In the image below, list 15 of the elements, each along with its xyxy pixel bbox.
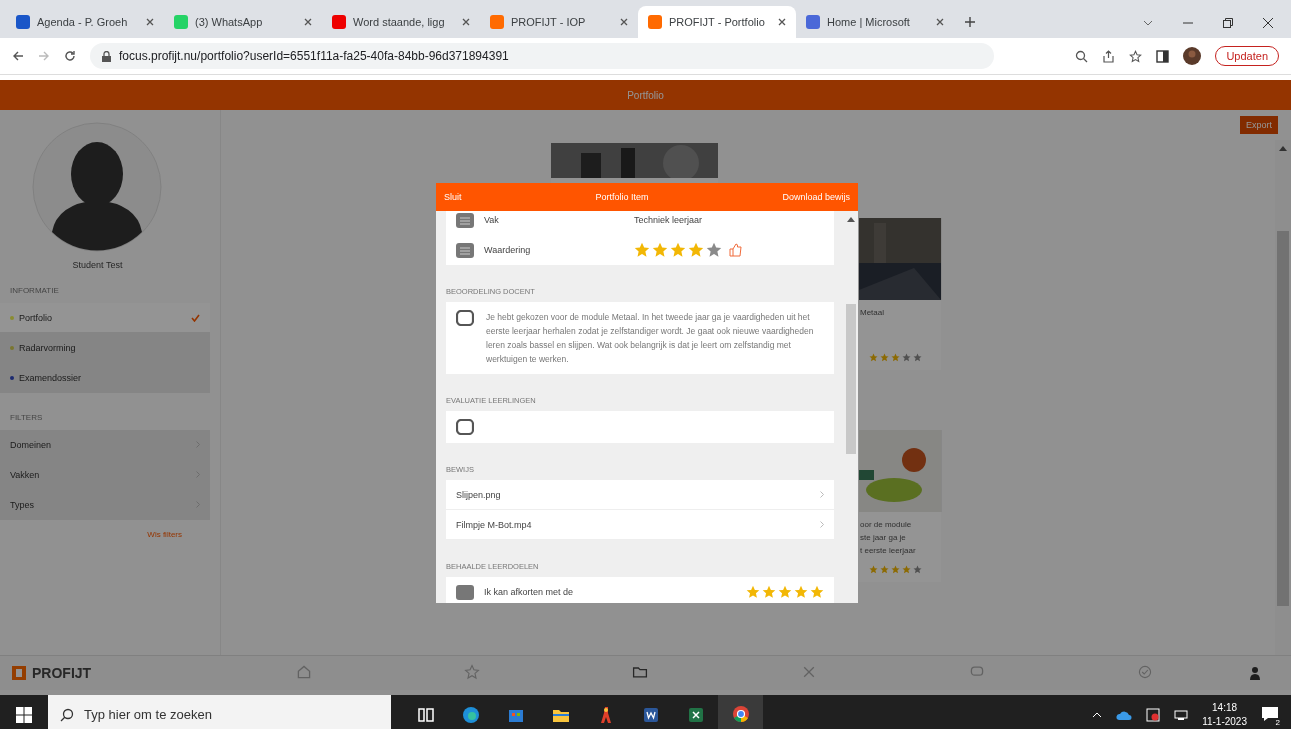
field-label: Waardering	[484, 245, 532, 255]
section-heading: FILTERS	[9, 413, 44, 424]
dialog-title: Portfolio Item	[595, 192, 649, 202]
card-text: t eerste leerjaar	[860, 545, 917, 557]
student-name: Student Test	[71, 260, 124, 270]
teacher-comment: Je hebt gekozen voor de module Metaal. In het tweede jaar ga je vaardigheden uit het eerste leerjaar herhalen zodat je zelfstandiger wordt. Je gaat ook nieuwe vaardigheden leren zoals bassel en slijpen. Wat ook belangrijk is dat je leert om zelfstandig met werktuigen te werken.	[486, 311, 815, 366]
goal-text: Ik kan afkorten met de	[484, 587, 575, 597]
logo-text: PROFIJT	[32, 665, 92, 681]
field-label: Vak	[484, 215, 500, 225]
page-title: Portfolio	[627, 89, 664, 101]
field-value: Techniek leerjaar	[634, 215, 703, 225]
card-text: Metaal	[860, 307, 885, 319]
card-text: oor de module	[860, 519, 913, 531]
card-text: ste jaar ga je	[860, 532, 907, 544]
section-heading: INFORMATIE	[9, 286, 60, 297]
